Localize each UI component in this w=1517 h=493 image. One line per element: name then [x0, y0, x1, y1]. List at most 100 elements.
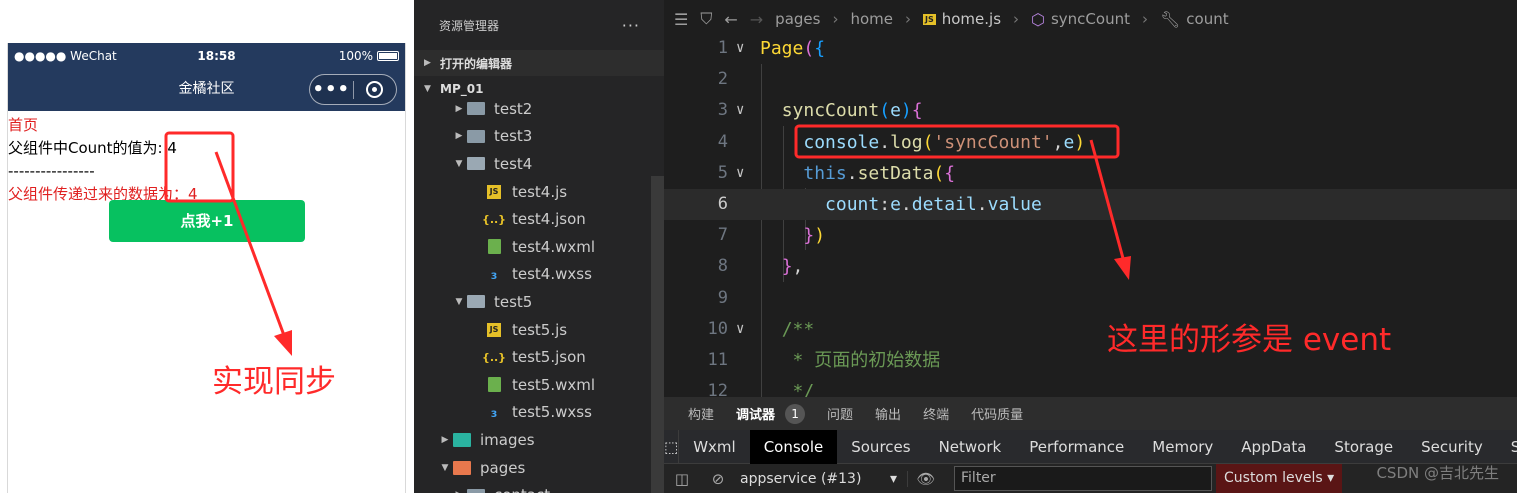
battery-percent: 100% [338, 48, 373, 63]
code-line: 9 [717, 287, 728, 308]
wxml-file-icon [484, 377, 504, 393]
tree-item[interactable]: ₃ test5.wxss [414, 399, 650, 427]
list-icon[interactable]: ☰ [674, 10, 688, 29]
tree-item[interactable]: ▼ test4 [414, 150, 650, 178]
parent-count-text: 父组件中Count的值为: 4 [8, 139, 177, 157]
tree-item[interactable]: ▼ pages [414, 454, 650, 482]
tree-item[interactable]: test5.wxml [414, 371, 650, 399]
watermark: CSDN @吉北先生 [1376, 464, 1499, 482]
tree-item[interactable]: ▶ images [414, 426, 650, 454]
chevron-down-icon: ▼ [441, 462, 449, 473]
tab-network[interactable]: Network [925, 430, 1016, 464]
chevron-down-icon: ▼ [455, 296, 463, 307]
breadcrumb-field[interactable]: count [1186, 10, 1228, 28]
devtools-panel-tabs: ⬚ Wxml Console Sources Network Performan… [664, 429, 1517, 464]
chevron-right-icon: ▶ [424, 58, 431, 68]
chevron-down-icon: ▼ [455, 158, 463, 169]
tab-wxml[interactable]: Wxml [679, 430, 750, 464]
breadcrumb-pages[interactable]: pages [775, 10, 820, 28]
eye-icon[interactable]: 👁︎ [908, 470, 944, 488]
chevron-right-icon: ▶ [455, 131, 463, 142]
breadcrumb-method[interactable]: syncCount [1051, 10, 1130, 28]
sidebar-toggle-icon[interactable]: ◫ [664, 470, 700, 488]
breadcrumb-home[interactable]: home [850, 10, 893, 28]
tab-code-quality[interactable]: 代码质量 [971, 404, 1023, 423]
tree-item-label: test5.wxss [512, 403, 592, 422]
tree-item[interactable]: ▶ test2 [414, 95, 650, 123]
tree-item[interactable]: JS test5.js [414, 316, 650, 344]
filter-input[interactable]: Filter [954, 466, 1212, 491]
tree-item-label: images [480, 430, 535, 449]
tree-item[interactable]: ▶contact [414, 481, 650, 493]
chevron-right-icon: ▶ [455, 103, 463, 114]
tree-item-label: test2 [494, 99, 533, 118]
tab-storage[interactable]: Storage [1320, 430, 1407, 464]
wxss-file-icon: ₃ [490, 265, 498, 284]
tab-appdata[interactable]: AppData [1227, 430, 1320, 464]
annotation-event-label: 这里的形参是 event [1107, 322, 1392, 358]
carrier-label: ●●●●● WeChat [14, 48, 117, 63]
tab-terminal[interactable]: 终端 [923, 404, 949, 423]
tab-performance[interactable]: Performance [1015, 430, 1138, 464]
tree-item[interactable]: JS test4.js [414, 178, 650, 206]
tree-item[interactable]: ₃ test4.wxss [414, 261, 650, 289]
back-arrow-icon[interactable]: ← [724, 10, 737, 29]
forward-arrow-icon[interactable]: → [750, 10, 763, 29]
folder-icon [466, 487, 486, 493]
tree-item-label: pages [480, 458, 526, 477]
status-bar: ●●●●● WeChat 18:58 100% [8, 43, 405, 68]
tree-item[interactable]: test4.wxml [414, 233, 650, 261]
file-explorer: 资源管理器 ··· ▶ 打开的编辑器 ▼ MP_01 ▶ test2 ▶ test3 ▼… [414, 0, 664, 493]
code-line: 12 */ [707, 381, 815, 397]
folder-icon [466, 156, 486, 172]
folder-icon [466, 101, 486, 117]
open-editors-section[interactable]: ▶ 打开的编辑器 [414, 50, 664, 76]
tree-item[interactable]: ▶ test3 [414, 123, 650, 151]
code-line-active: 6 count:e.detail.value [664, 188, 1517, 221]
tab-memory[interactable]: Memory [1138, 430, 1227, 464]
tab-console[interactable]: Console [749, 429, 838, 464]
more-actions-icon[interactable]: ··· [622, 16, 640, 35]
inspect-element-icon[interactable]: ⬚ [664, 429, 680, 464]
chevron-down-icon: ▼ [424, 84, 431, 94]
method-icon: ⬡ [1031, 9, 1045, 29]
levels-dropdown[interactable]: Custom levels ▾ [1216, 464, 1343, 493]
json-file-icon: {..} [481, 212, 507, 226]
home-heading: 首页 [8, 116, 39, 134]
capsule-menu: ••• [309, 74, 397, 105]
tree-item-label: test4.wxss [512, 265, 592, 284]
divider-text: ---------------- [8, 162, 95, 180]
file-tree: ▶ test2 ▶ test3 ▼ test4 JS test4.js {..} test4.js… [414, 95, 650, 493]
code-line: 4 console.log('syncCount',e) [717, 131, 1086, 153]
tree-item-label: test4.wxml [512, 237, 596, 256]
wxss-file-icon: ₃ [490, 403, 498, 422]
bookmark-icon[interactable]: ⛉ [700, 9, 712, 29]
images-folder-icon [452, 432, 472, 448]
folder-icon [466, 294, 486, 310]
dropdown-arrow-icon: ▾ [889, 470, 897, 487]
breadcrumb-file[interactable]: home.js [942, 10, 1001, 28]
tab-build[interactable]: 构建 [688, 404, 714, 423]
close-miniprogram-icon[interactable] [354, 81, 397, 98]
code-line: 1 ∨ Page({ [717, 38, 826, 59]
context-selector[interactable]: appservice (#13) ▾ [736, 470, 908, 487]
tree-item-label: test3 [494, 127, 533, 146]
clear-console-icon[interactable]: ⊘ [700, 470, 736, 488]
tab-problems[interactable]: 问题 [827, 404, 853, 423]
tree-item[interactable]: {..} test4.json [414, 205, 650, 233]
wechat-navbar: 金橘社区 ••• [8, 68, 405, 111]
code-line: 5 ∨ this.setData({ [717, 162, 956, 184]
tree-item[interactable]: {..} test5.json [414, 343, 650, 371]
explorer-title: 资源管理器 [439, 18, 500, 33]
more-options-icon[interactable]: ••• [310, 76, 353, 104]
tree-item[interactable]: ▼ test5 [414, 288, 650, 316]
js-file-icon: JS [484, 184, 504, 200]
debugger-badge: 1 [785, 403, 806, 424]
increment-button[interactable]: 点我+1 [109, 200, 305, 242]
tab-output[interactable]: 输出 [875, 404, 901, 423]
tab-sources[interactable]: Sources [837, 430, 924, 464]
tab-debugger[interactable]: 调试器 [736, 404, 775, 423]
tab-overflow[interactable]: Se [1497, 430, 1517, 464]
explorer-scrollbar[interactable] [651, 176, 664, 493]
tab-security[interactable]: Security [1407, 430, 1497, 464]
